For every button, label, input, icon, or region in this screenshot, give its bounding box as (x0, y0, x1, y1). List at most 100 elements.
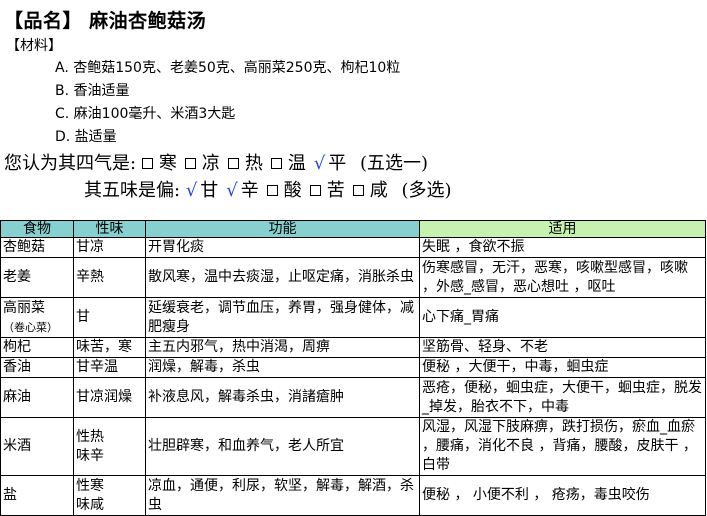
cell-function: 凉血，通便，利尿，软坚，解毒，解酒，杀虫 (145, 475, 420, 516)
cell-function: 润燥，解毒，杀虫 (145, 357, 420, 378)
table-row: 杏鲍菇 甘凉 开胃化痰 失眠 ，食欲不振 (0, 237, 706, 258)
header-usage: 适用 (419, 220, 706, 238)
nature-text: 甘凉 (76, 239, 104, 255)
four-qi-options: 寒 凉 热 温 √ 平 (141, 153, 354, 174)
materials-heading: 【材料】 (6, 38, 62, 54)
function-text: 补液息风，解毒杀虫，消諸瘡肿 (148, 389, 344, 405)
material-item: B. 香油适量 (55, 83, 130, 99)
cell-nature: 性热 味辛 (73, 417, 146, 476)
check-mark-icon: √ (185, 180, 198, 201)
food-text: 老姜 (3, 269, 31, 285)
four-qi-option-0[interactable]: 寒 (141, 153, 177, 174)
checkbox-icon (266, 184, 278, 196)
four-qi-option-label: 凉 (201, 153, 220, 174)
usage-text: 坚筋骨、轻身、不老 (422, 339, 548, 355)
nature-text: 味苦，寒 (76, 339, 132, 355)
header-nature: 性味 (73, 220, 146, 238)
cell-nature: 味苦，寒 (73, 337, 146, 358)
nature-text: 甘 (76, 309, 90, 325)
cell-food: 香油 (0, 357, 74, 378)
five-flavor-option-label: 辛 (240, 180, 259, 201)
cell-food: 杏鲍菇 (0, 237, 74, 258)
five-flavor-option-label: 甘 (200, 180, 219, 201)
food-text: 杏鲍菇 (3, 239, 45, 255)
four-qi-note: (五选一) (360, 153, 429, 174)
material-item: A. 杏鲍菇150克、老姜50克、高丽菜250克、枸杞10粒 (55, 60, 401, 76)
function-text: 壮胆辟寒，和血养气，老人所宜 (148, 438, 344, 454)
recipe-title: 【品名】 麻油杏鲍菇汤 (4, 10, 207, 32)
function-text: 润燥，解毒，杀虫 (148, 359, 260, 375)
cell-nature: 甘辛温 (73, 357, 146, 378)
four-qi-option-1[interactable]: 凉 (184, 153, 220, 174)
cell-function: 开胃化痰 (145, 237, 420, 258)
four-qi-option-4[interactable]: √ 平 (314, 153, 346, 174)
cell-function: 散风寒，温中去痰湿，止呕定痛，消胀杀虫 (145, 257, 420, 298)
header-function: 功能 (145, 220, 420, 238)
function-text: 开胃化痰 (148, 239, 204, 255)
cell-food: 高丽菜 （卷心菜） (0, 297, 74, 338)
table-row: 香油 甘辛温 润燥，解毒，杀虫 便秘 ，大便干，中毒，蛔虫症 (0, 357, 706, 378)
five-flavor-option-label: 咸 (369, 180, 388, 201)
five-flavor-option-3[interactable]: 苦 (309, 180, 345, 201)
four-qi-prompt: 您认为其四气是: (4, 153, 137, 174)
five-flavor-option-4[interactable]: 咸 (352, 180, 388, 201)
cell-usage: 风湿，风湿下肢麻痹，跌打损伤，瘀血_血瘀 ，腰痛，消化不良 ，背痛，腰酸，皮肤干… (419, 417, 706, 476)
table-row: 老姜 辛熱 散风寒，温中去痰湿，止呕定痛，消胀杀虫 伤寒感冒，无汗，恶寒，咳嗽型感冒，… (0, 257, 706, 298)
nature-text: 性寒 味咸 (76, 477, 104, 513)
food-text: 香油 (3, 359, 31, 375)
food-table-container: 食物 性味 功能 适用 杏鲍菇 甘凉 开胃化痰 失眠 ，食欲不振老姜 辛熱 散风寒，温中去… (0, 220, 706, 516)
four-qi-option-3[interactable]: 温 (270, 153, 306, 174)
four-qi-option-label: 寒 (158, 153, 177, 174)
usage-text: 风湿，风湿下肢麻痹，跌打损伤，瘀血_血瘀 ，腰痛，消化不良 ，背痛，腰酸，皮肤干… (422, 419, 697, 473)
cell-usage: 伤寒感冒，无汗，恶寒，咳嗽型感冒，咳嗽 ，外感_感冒，恶心想吐 ，呕吐 (419, 257, 706, 298)
cell-usage: 恶疮，便秘，蛔虫症，大便干，蛔虫症，脱发_掉发，胎衣不下，中毒 (419, 377, 706, 418)
materials-list: A. 杏鲍菇150克、老姜50克、高丽菜250克、枸杞10粒 B. 香油适量 C… (55, 57, 400, 149)
material-item: D. 盐适量 (55, 129, 117, 145)
cell-function: 壮胆辟寒，和血养气，老人所宜 (145, 417, 420, 476)
header-food: 食物 (0, 220, 74, 238)
checkbox-icon (352, 184, 364, 196)
cell-nature: 辛熱 (73, 257, 146, 298)
food-text: 高丽菜 (3, 299, 45, 316)
usage-text: 便秘 ，大便干，中毒，蛔虫症 (422, 359, 609, 375)
table-row: 枸杞 味苦，寒 主五内邪气，热中消渴，周痹 坚筋骨、轻身、不老 (0, 337, 706, 358)
cell-function: 补液息风，解毒杀虫，消諸瘡肿 (145, 377, 420, 418)
cell-nature: 甘凉润燥 (73, 377, 146, 418)
five-flavor-option-1[interactable]: √ 辛 (226, 180, 258, 201)
five-flavor-options: √ 甘 √ 辛酸苦咸 (186, 180, 396, 201)
check-mark-icon: √ (313, 153, 326, 174)
cell-function: 主五内邪气，热中消渴，周痹 (145, 337, 420, 358)
cell-food: 盐 (0, 475, 74, 516)
five-flavor-option-0[interactable]: √ 甘 (186, 180, 218, 201)
cell-function: 延缓衰老，调节血压，养胃，强身健体，减肥瘦身 (145, 297, 420, 338)
nature-text: 甘凉润燥 (76, 389, 132, 405)
four-qi-option-label: 平 (328, 153, 347, 174)
cell-nature: 性寒 味咸 (73, 475, 146, 516)
food-text: 麻油 (3, 389, 31, 405)
four-qi-question: 您认为其四气是: 寒 凉 热 温 √ 平 (五选一) (4, 149, 428, 175)
cell-usage: 失眠 ，食欲不振 (419, 237, 706, 258)
checkbox-icon (227, 157, 239, 169)
five-flavor-option-label: 酸 (283, 180, 302, 201)
cell-nature: 甘凉 (73, 237, 146, 258)
table-row: 盐 性寒 味咸 凉血，通便，利尿，软坚，解毒，解酒，杀虫 便秘 ， 小便不利 ， 疮… (0, 475, 706, 516)
cell-usage: 心下痛_胃痛 (419, 297, 706, 338)
checkbox-icon (184, 157, 196, 169)
function-text: 凉血，通便，利尿，软坚，解毒，解酒，杀虫 (148, 477, 414, 513)
five-flavor-option-2[interactable]: 酸 (266, 180, 302, 201)
usage-text: 恶疮，便秘，蛔虫症，大便干，蛔虫症，脱发_掉发，胎衣不下，中毒 (422, 379, 702, 415)
four-qi-option-2[interactable]: 热 (227, 153, 263, 174)
table-row: 米酒 性热 味辛 壮胆辟寒，和血养气，老人所宜 风湿，风湿下肢麻痹，跌打损伤，瘀血_血… (0, 417, 706, 476)
cell-usage: 便秘 ，大便干，中毒，蛔虫症 (419, 357, 706, 378)
four-qi-option-label: 温 (287, 153, 306, 174)
checkbox-icon (141, 157, 153, 169)
food-properties-table: 食物 性味 功能 适用 杏鲍菇 甘凉 开胃化痰 失眠 ，食欲不振老姜 辛熱 散风寒，温中去… (0, 220, 706, 516)
food-text: 枸杞 (3, 339, 31, 355)
check-mark-icon: √ (226, 180, 238, 201)
cell-food: 米酒 (0, 417, 74, 476)
usage-text: 失眠 ，食欲不振 (422, 239, 525, 255)
five-flavor-option-label: 苦 (326, 180, 345, 201)
function-text: 主五内邪气，热中消渴，周痹 (148, 339, 330, 355)
four-qi-option-label: 热 (244, 153, 263, 174)
cell-food: 老姜 (0, 257, 74, 298)
